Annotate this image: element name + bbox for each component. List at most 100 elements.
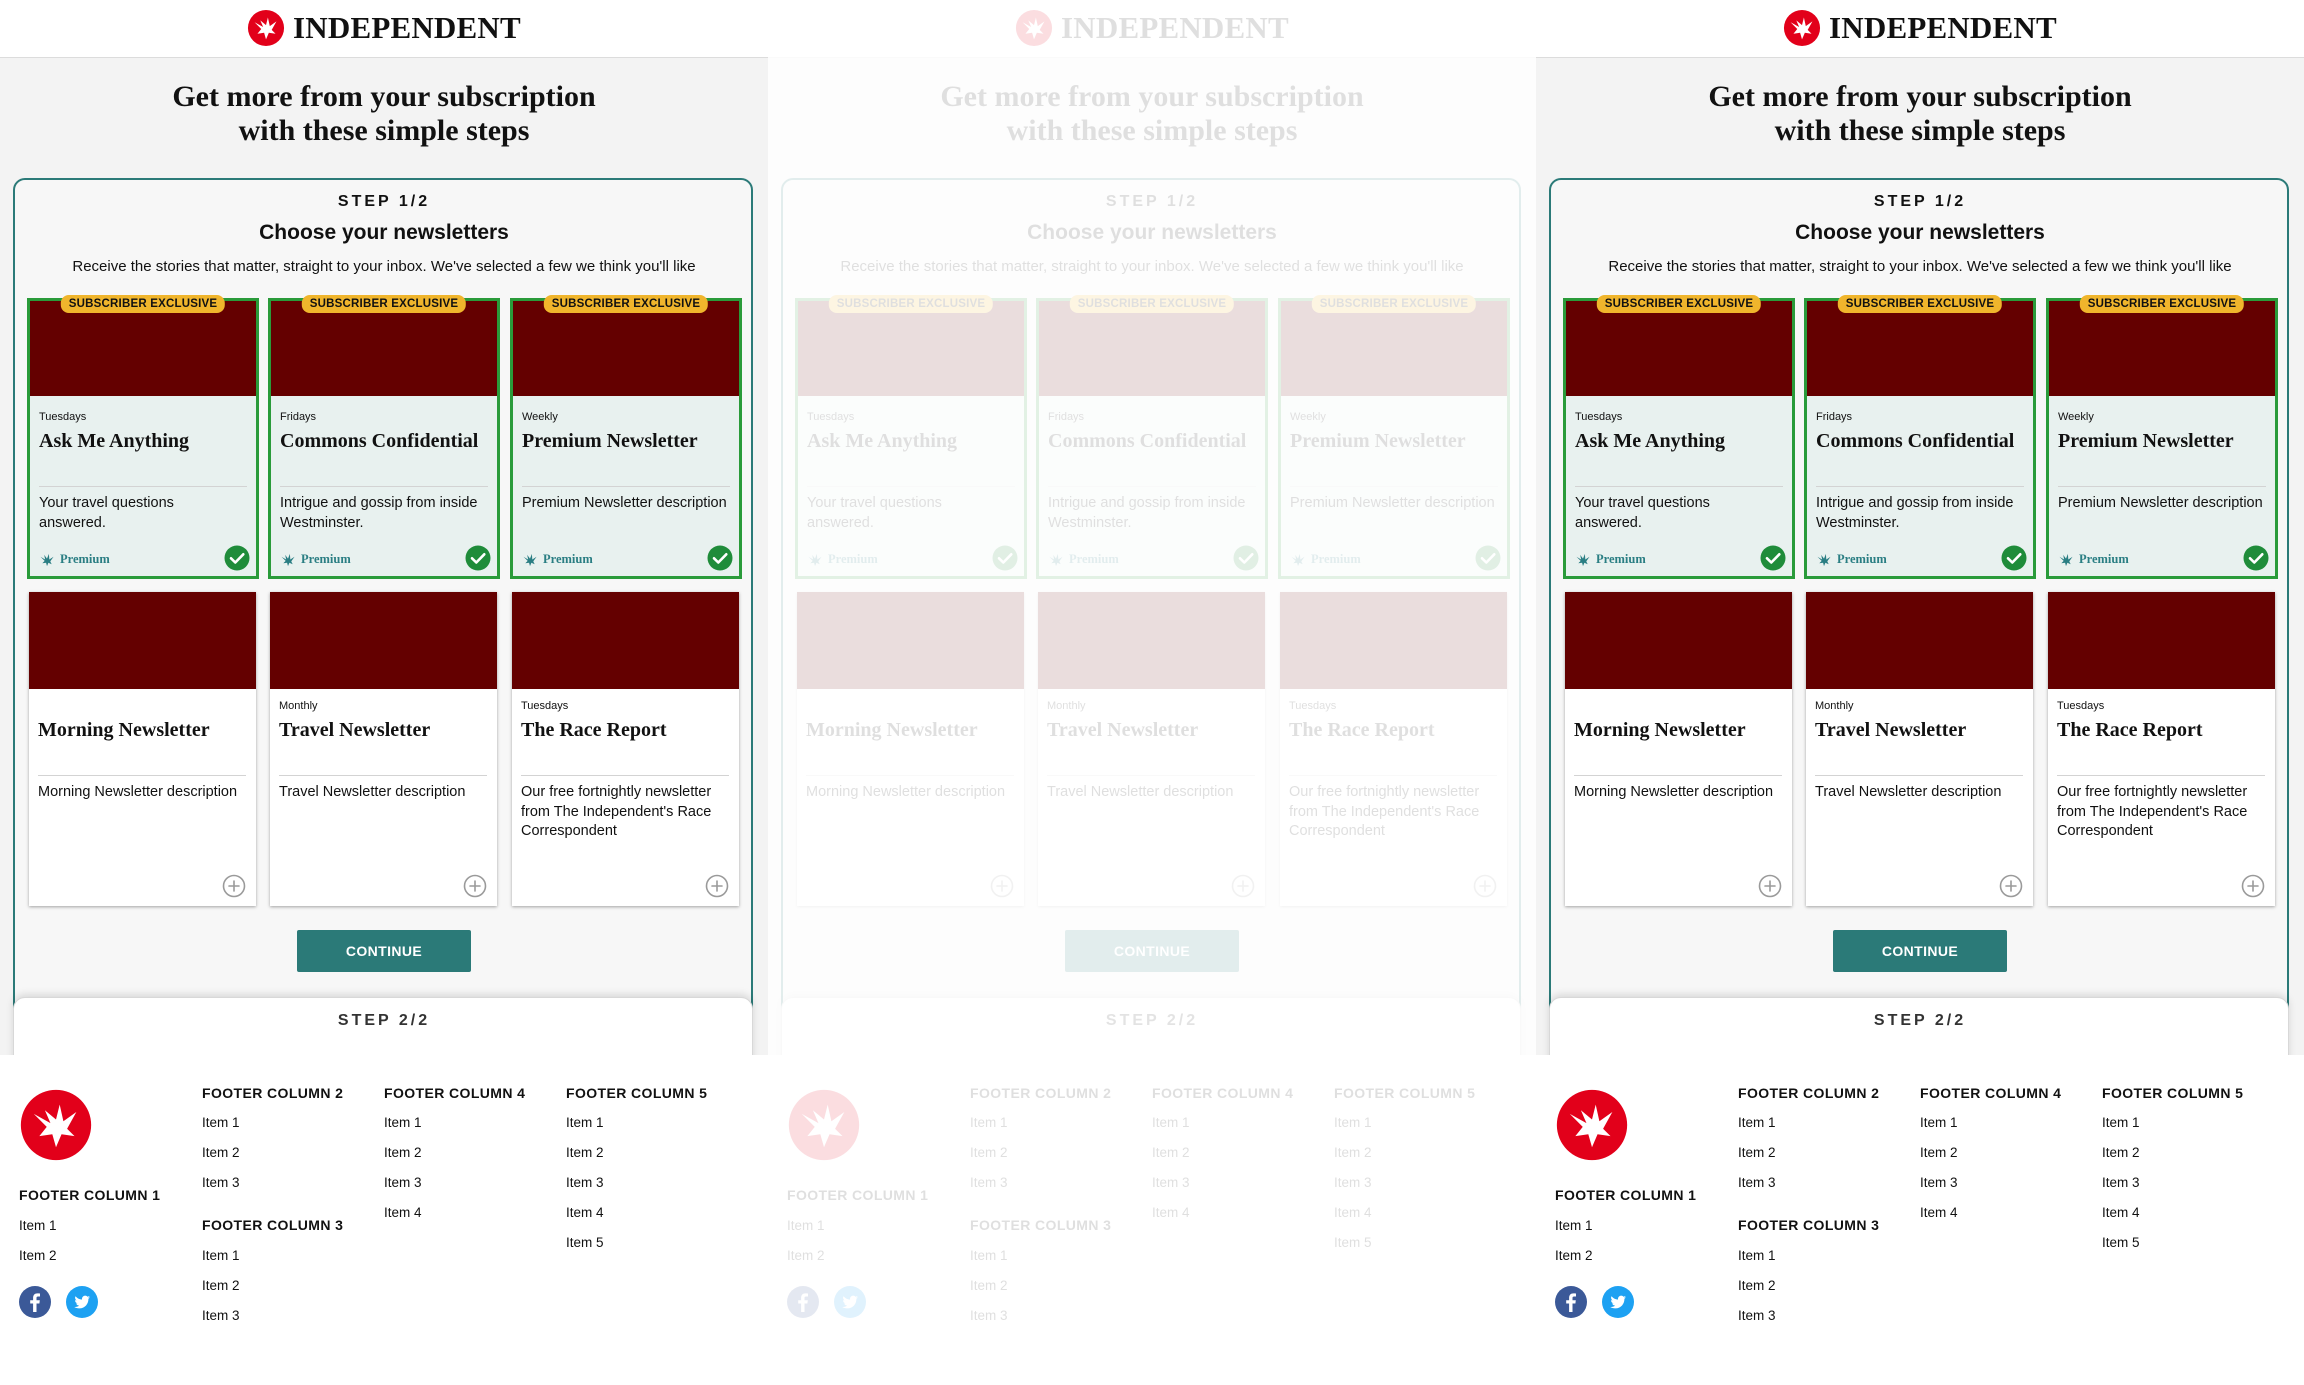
selected-check-icon[interactable] [992,545,1018,571]
newsletter-card[interactable]: Morning Newsletter Morning Newsletter des… [797,592,1024,906]
independent-logo[interactable]: INDEPENDENT [1783,8,2057,48]
footer-link[interactable]: Item 1 [1738,1115,1776,1130]
footer-link[interactable]: Item 4 [2102,1205,2140,1220]
footer-link[interactable]: Item 3 [970,1175,1008,1190]
footer-link[interactable]: Item 3 [202,1308,240,1323]
footer-link[interactable]: Item 2 [1555,1248,1593,1263]
newsletter-card[interactable]: SUBSCRIBER EXCLUSIVE Tuesdays Ask Me Anyth… [27,295,259,579]
footer-eagle-logo-icon[interactable] [787,1088,861,1162]
add-circle-icon[interactable] [1231,874,1255,898]
footer-link[interactable]: Item 3 [2102,1175,2140,1190]
footer-link[interactable]: Item 2 [787,1248,825,1263]
newsletter-card[interactable]: SUBSCRIBER EXCLUSIVE Weekly Premium Newsle… [2046,295,2278,579]
independent-logo[interactable]: INDEPENDENT [1015,8,1289,48]
newsletter-card[interactable]: SUBSCRIBER EXCLUSIVE Fridays Commons Confi… [1804,295,2036,579]
add-circle-icon[interactable] [1473,874,1497,898]
footer-link[interactable]: Item 1 [2102,1115,2140,1130]
footer-link[interactable]: Item 1 [1334,1115,1372,1130]
facebook-icon[interactable] [19,1286,51,1318]
selected-check-icon[interactable] [1233,545,1259,571]
footer-link[interactable]: Item 2 [970,1145,1008,1160]
footer-link[interactable]: Item 3 [1920,1175,1958,1190]
footer-link[interactable]: Item 3 [1152,1175,1190,1190]
footer-link[interactable]: Item 4 [566,1205,604,1220]
footer-link[interactable]: Item 1 [1738,1248,1776,1263]
selected-check-icon[interactable] [2001,545,2027,571]
footer-link[interactable]: Item 1 [970,1248,1008,1263]
independent-logo[interactable]: INDEPENDENT [247,8,521,48]
footer-link[interactable]: Item 5 [566,1235,604,1250]
footer-link[interactable]: Item 1 [787,1218,825,1233]
selected-check-icon[interactable] [1760,545,1786,571]
newsletter-card[interactable]: SUBSCRIBER EXCLUSIVE Weekly Premium Newsle… [1278,295,1510,579]
newsletter-card[interactable]: SUBSCRIBER EXCLUSIVE Fridays Commons Confi… [1036,295,1268,579]
add-circle-icon[interactable] [990,874,1014,898]
selected-check-icon[interactable] [224,545,250,571]
footer-link[interactable]: Item 4 [384,1205,422,1220]
footer-link[interactable]: Item 1 [19,1218,57,1233]
newsletter-card[interactable]: Tuesdays The Race Report Our free fortnigh… [2048,592,2275,906]
newsletter-card[interactable]: Morning Newsletter Morning Newsletter des… [29,592,256,906]
add-circle-icon[interactable] [1999,874,2023,898]
newsletter-card[interactable]: Monthly Travel Newsletter Travel Newslette… [270,592,497,906]
footer-link[interactable]: Item 1 [1920,1115,1958,1130]
footer-link[interactable]: Item 3 [384,1175,422,1190]
newsletter-card[interactable]: SUBSCRIBER EXCLUSIVE Fridays Commons Confi… [268,295,500,579]
footer-link[interactable]: Item 1 [202,1248,240,1263]
facebook-icon[interactable] [787,1286,819,1318]
add-circle-icon[interactable] [463,874,487,898]
footer-link[interactable]: Item 2 [202,1278,240,1293]
newsletter-card[interactable]: SUBSCRIBER EXCLUSIVE Tuesdays Ask Me Anyth… [1563,295,1795,579]
footer-eagle-logo-icon[interactable] [1555,1088,1629,1162]
add-circle-icon[interactable] [222,874,246,898]
newsletter-card[interactable]: SUBSCRIBER EXCLUSIVE Tuesdays Ask Me Anyth… [795,295,1027,579]
footer-link[interactable]: Item 2 [1738,1278,1776,1293]
selected-check-icon[interactable] [1475,545,1501,571]
selected-check-icon[interactable] [707,545,733,571]
twitter-icon[interactable] [834,1286,866,1318]
footer-link[interactable]: Item 1 [202,1115,240,1130]
footer-link[interactable]: Item 1 [384,1115,422,1130]
add-circle-icon[interactable] [1758,874,1782,898]
footer-link[interactable]: Item 2 [566,1145,604,1160]
newsletter-card[interactable]: Tuesdays The Race Report Our free fortnigh… [1280,592,1507,906]
footer-link[interactable]: Item 4 [1920,1205,1958,1220]
selected-check-icon[interactable] [465,545,491,571]
footer-link[interactable]: Item 1 [566,1115,604,1130]
footer-link[interactable]: Item 2 [970,1278,1008,1293]
selected-check-icon[interactable] [2243,545,2269,571]
footer-link[interactable]: Item 3 [566,1175,604,1190]
footer-link[interactable]: Item 5 [1334,1235,1372,1250]
continue-button[interactable]: CONTINUE [1065,930,1239,972]
continue-button[interactable]: CONTINUE [297,930,471,972]
newsletter-card[interactable]: SUBSCRIBER EXCLUSIVE Weekly Premium Newsle… [510,295,742,579]
footer-link[interactable]: Item 2 [2102,1145,2140,1160]
footer-link[interactable]: Item 4 [1152,1205,1190,1220]
footer-link[interactable]: Item 1 [970,1115,1008,1130]
twitter-icon[interactable] [66,1286,98,1318]
footer-link[interactable]: Item 1 [1152,1115,1190,1130]
footer-link[interactable]: Item 2 [1920,1145,1958,1160]
facebook-icon[interactable] [1555,1286,1587,1318]
footer-link[interactable]: Item 2 [19,1248,57,1263]
newsletter-card[interactable]: Tuesdays The Race Report Our free fortnigh… [512,592,739,906]
footer-link[interactable]: Item 3 [1738,1308,1776,1323]
footer-link[interactable]: Item 3 [202,1175,240,1190]
footer-link[interactable]: Item 2 [384,1145,422,1160]
footer-link[interactable]: Item 5 [2102,1235,2140,1250]
footer-link[interactable]: Item 3 [1334,1175,1372,1190]
add-circle-icon[interactable] [705,874,729,898]
footer-link[interactable]: Item 2 [1152,1145,1190,1160]
footer-eagle-logo-icon[interactable] [19,1088,93,1162]
footer-link[interactable]: Item 4 [1334,1205,1372,1220]
footer-link[interactable]: Item 2 [202,1145,240,1160]
continue-button[interactable]: CONTINUE [1833,930,2007,972]
newsletter-card[interactable]: Morning Newsletter Morning Newsletter des… [1565,592,1792,906]
add-circle-icon[interactable] [2241,874,2265,898]
newsletter-card[interactable]: Monthly Travel Newsletter Travel Newslette… [1038,592,1265,906]
footer-link[interactable]: Item 3 [1738,1175,1776,1190]
footer-link[interactable]: Item 3 [970,1308,1008,1323]
footer-link[interactable]: Item 1 [1555,1218,1593,1233]
twitter-icon[interactable] [1602,1286,1634,1318]
newsletter-card[interactable]: Monthly Travel Newsletter Travel Newslette… [1806,592,2033,906]
